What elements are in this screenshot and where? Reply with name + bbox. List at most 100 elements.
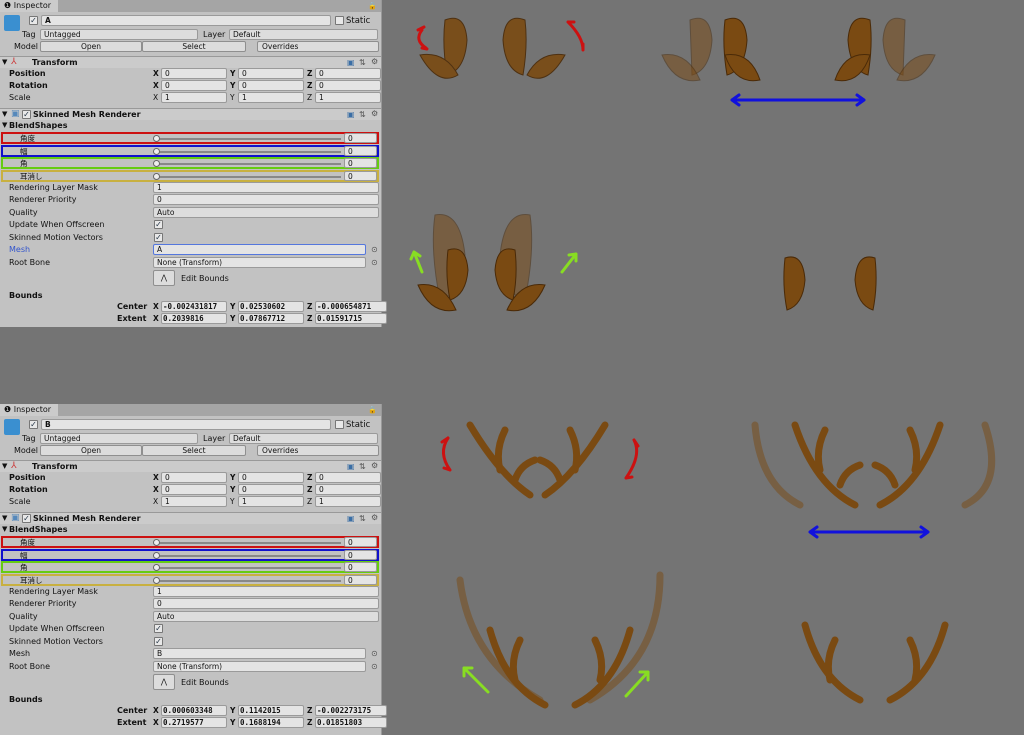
object-picker-icon[interactable]: ⊙ [371, 662, 378, 671]
blendshape-slider-track[interactable] [155, 567, 341, 569]
open-button[interactable]: Open [40, 445, 142, 456]
extent-y-field[interactable]: 0.07867712 [238, 313, 304, 324]
blendshape-slider-knob[interactable] [153, 564, 160, 571]
settings-gear-icon[interactable]: ⚙ [371, 513, 378, 522]
rotation-z-field[interactable]: 0 [315, 80, 381, 91]
settings-gear-icon[interactable]: ⚙ [371, 57, 378, 66]
blendshape-value-field[interactable]: 0 [344, 537, 377, 547]
settings-gear-icon[interactable]: ⚙ [371, 461, 378, 470]
tab-inspector[interactable]: ❶ Inspector [0, 0, 58, 12]
rotation-y-field[interactable]: 0 [238, 80, 304, 91]
edit-bounds-button[interactable]: ⋀ [153, 270, 175, 286]
static-label[interactable]: Static [346, 16, 370, 26]
position-z-field[interactable]: 0 [315, 472, 381, 483]
blendshape-value-field[interactable]: 0 [344, 133, 377, 143]
static-label[interactable]: Static [346, 420, 370, 430]
tab-inspector[interactable]: ❶ Inspector [0, 404, 58, 416]
blendshape-slider-knob[interactable] [153, 576, 160, 584]
scale-z-field[interactable]: 1 [315, 496, 381, 507]
update-when-offscreen-checkbox[interactable]: ✓ [154, 220, 163, 229]
extent-x-field[interactable]: 0.2039816 [161, 313, 227, 324]
blendshape-value-field[interactable]: 0 [344, 562, 377, 572]
blendshape-slider-track[interactable] [155, 542, 341, 544]
blendshape-slider-knob[interactable] [153, 172, 160, 180]
select-button[interactable]: Select [142, 445, 246, 456]
overrides-dropdown[interactable]: Overrides [257, 445, 379, 456]
blendshape-value-field[interactable]: 0 [344, 158, 377, 168]
scale-x-field[interactable]: 1 [161, 92, 227, 103]
scale-y-field[interactable]: 1 [238, 92, 304, 103]
object-picker-icon[interactable]: ⊙ [371, 245, 378, 254]
position-y-field[interactable]: 0 [238, 472, 304, 483]
foldout-arrow-icon[interactable]: ▼ [2, 58, 7, 66]
blendshape-value-field[interactable]: 0 [344, 549, 377, 560]
layer-dropdown[interactable]: Default [229, 29, 378, 40]
blendshape-slider-track[interactable] [155, 138, 341, 140]
preset-icon[interactable]: ⇅ [359, 110, 366, 119]
tag-dropdown[interactable]: Untagged [40, 433, 198, 444]
blendshape-slider-track[interactable] [155, 150, 341, 153]
position-x-field[interactable]: 0 [161, 472, 227, 483]
center-z-field[interactable]: -0.000654871 [315, 301, 387, 312]
component-enabled-checkbox[interactable]: ✓ [22, 514, 31, 523]
skinned-motion-vectors-checkbox[interactable]: ✓ [154, 233, 163, 242]
blendshape-slider-track[interactable] [155, 554, 341, 557]
object-picker-icon[interactable]: ⊙ [371, 649, 378, 658]
help-icon[interactable]: ▣ [347, 514, 355, 523]
center-y-field[interactable]: 0.1142015 [238, 705, 304, 716]
rotation-z-field[interactable]: 0 [315, 484, 381, 495]
foldout-arrow-icon[interactable]: ▼ [2, 462, 7, 470]
blendshape-value-field[interactable]: 0 [344, 170, 377, 181]
active-checkbox[interactable]: ✓ [29, 16, 38, 25]
rotation-x-field[interactable]: 0 [161, 484, 227, 495]
lock-icon[interactable]: 🔒 [368, 2, 377, 10]
name-field[interactable]: A [41, 15, 331, 26]
extent-y-field[interactable]: 0.1688194 [238, 717, 304, 728]
preset-icon[interactable]: ⇅ [359, 462, 366, 471]
blendshape-slider-knob[interactable] [153, 160, 160, 167]
quality-dropdown[interactable]: Auto [153, 207, 379, 218]
help-icon[interactable]: ▣ [347, 58, 355, 67]
open-button[interactable]: Open [40, 41, 142, 52]
foldout-arrow-icon[interactable]: ▼ [2, 121, 7, 129]
help-icon[interactable]: ▣ [347, 462, 355, 471]
blendshape-slider-track[interactable] [155, 163, 341, 165]
position-x-field[interactable]: 0 [161, 68, 227, 79]
foldout-arrow-icon[interactable]: ▼ [2, 514, 7, 522]
position-y-field[interactable]: 0 [238, 68, 304, 79]
blendshape-slider-track[interactable] [155, 175, 341, 178]
foldout-arrow-icon[interactable]: ▼ [2, 110, 7, 118]
extent-z-field[interactable]: 0.01591715 [315, 313, 387, 324]
object-picker-icon[interactable]: ⊙ [371, 258, 378, 267]
static-checkbox[interactable] [335, 420, 344, 429]
lock-icon[interactable]: 🔒 [368, 406, 377, 414]
name-field[interactable]: B [41, 419, 331, 430]
blendshape-value-field[interactable]: 0 [344, 574, 377, 585]
quality-dropdown[interactable]: Auto [153, 611, 379, 622]
blendshape-value-field[interactable]: 0 [344, 145, 377, 156]
preset-icon[interactable]: ⇅ [359, 514, 366, 523]
renderer-priority-field[interactable]: 0 [153, 194, 379, 205]
scale-z-field[interactable]: 1 [315, 92, 381, 103]
settings-gear-icon[interactable]: ⚙ [371, 109, 378, 118]
skinned-motion-vectors-checkbox[interactable]: ✓ [154, 637, 163, 646]
blendshape-slider-knob[interactable] [153, 539, 160, 546]
center-x-field[interactable]: 0.000603348 [161, 705, 227, 716]
center-x-field[interactable]: -0.002431817 [161, 301, 227, 312]
static-checkbox[interactable] [335, 16, 344, 25]
tag-dropdown[interactable]: Untagged [40, 29, 198, 40]
update-when-offscreen-checkbox[interactable]: ✓ [154, 624, 163, 633]
blendshapes-title[interactable]: BlendShapes [9, 121, 67, 130]
edit-bounds-button[interactable]: ⋀ [153, 674, 175, 690]
overrides-dropdown[interactable]: Overrides [257, 41, 379, 52]
root-bone-field[interactable]: None (Transform) [153, 661, 366, 672]
layer-dropdown[interactable]: Default [229, 433, 378, 444]
position-z-field[interactable]: 0 [315, 68, 381, 79]
extent-z-field[interactable]: 0.01851803 [315, 717, 387, 728]
rendering-layer-mask-field[interactable]: 1 [153, 182, 379, 193]
blendshapes-title[interactable]: BlendShapes [9, 525, 67, 534]
active-checkbox[interactable]: ✓ [29, 420, 38, 429]
blendshape-slider-knob[interactable] [153, 551, 160, 559]
blendshape-slider-knob[interactable] [153, 135, 160, 142]
renderer-priority-field[interactable]: 0 [153, 598, 379, 609]
